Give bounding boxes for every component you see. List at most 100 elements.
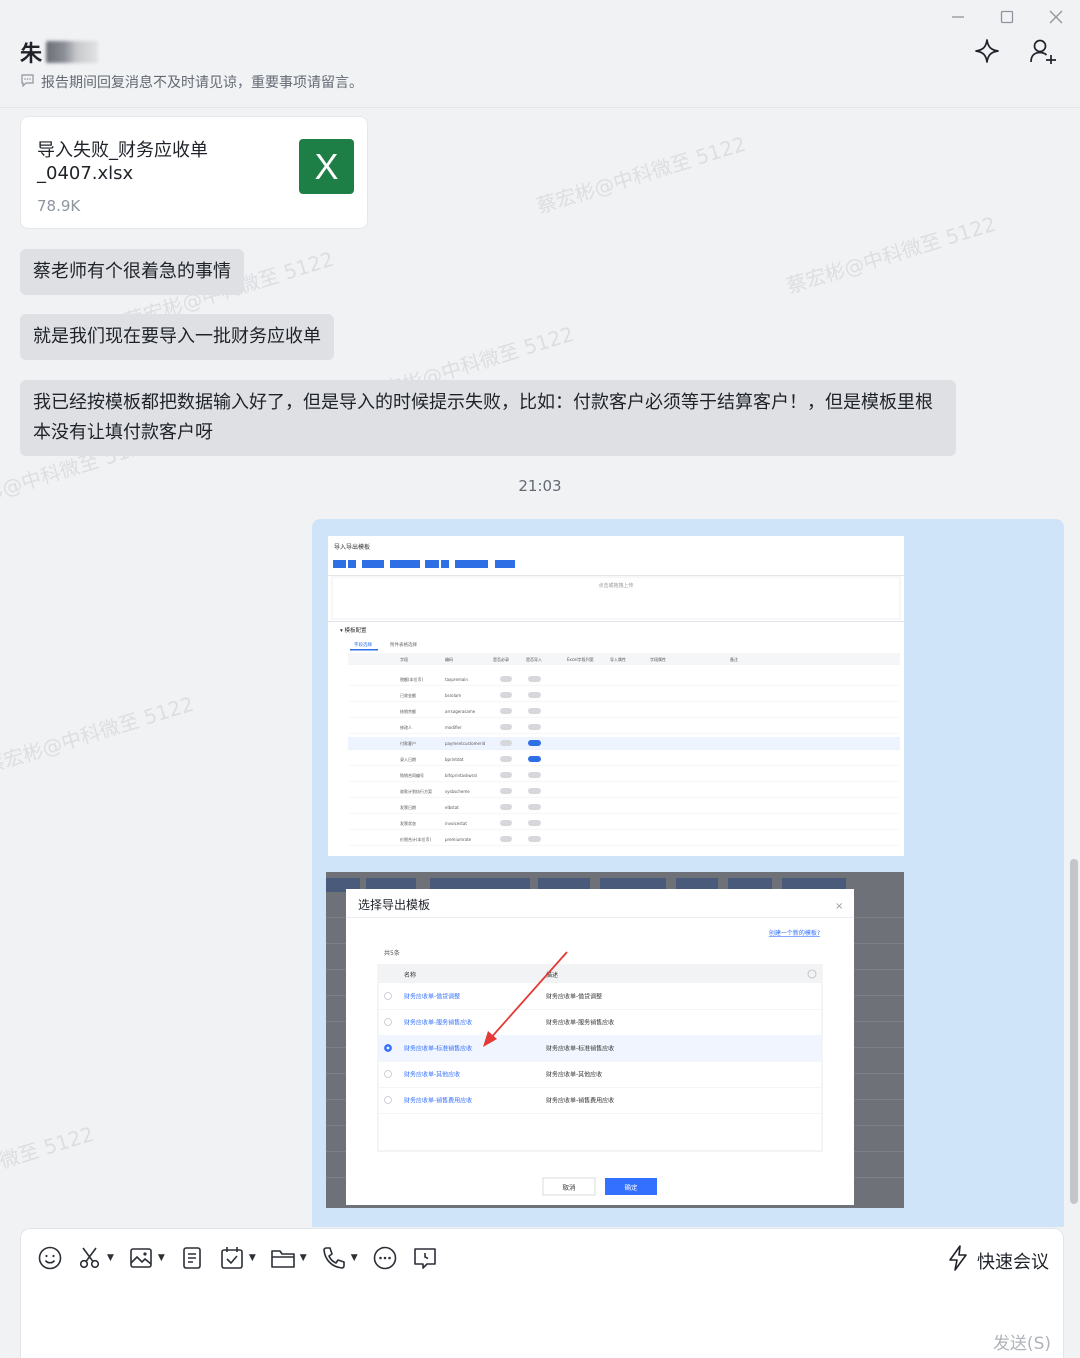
- s1-toggle: [528, 788, 541, 794]
- row-divider: [378, 1113, 822, 1114]
- s1-toggle: [500, 772, 512, 778]
- chevron-down-icon[interactable]: ▼: [300, 1253, 307, 1263]
- add-member-icon[interactable]: [1028, 36, 1058, 66]
- minimize-icon[interactable]: [933, 0, 982, 34]
- s1-row-code: modifier: [445, 725, 462, 730]
- s1-toggle: [528, 772, 541, 778]
- template-desc: 财务应收单-其他应收: [546, 1071, 602, 1079]
- template-name: 财务应收单-标准销售应收: [404, 1045, 472, 1053]
- template-name: 财务应收单-销售费用应收: [404, 1097, 472, 1105]
- s1-toggle: [528, 708, 541, 714]
- s1-row-field: 发票状态: [400, 820, 416, 826]
- composer-toolbar: ▼ ▼ ▼ ▼ ▼: [37, 1243, 438, 1273]
- s1-row-field: 录入日期: [400, 756, 416, 762]
- radio-button[interactable]: [384, 992, 392, 1000]
- s1-toggle: [528, 740, 541, 746]
- timestamp: 21:03: [518, 477, 562, 495]
- s1-toggle: [500, 804, 512, 810]
- status-text: 报告期间回复消息不及时请见谅，重要事项请留言。: [41, 75, 363, 91]
- s1-tab-1: 附件表格选择: [390, 641, 417, 648]
- folder-icon[interactable]: ▼: [270, 1243, 307, 1273]
- emoji-icon[interactable]: [37, 1243, 63, 1273]
- s1-toggle: [500, 724, 512, 730]
- excel-file-icon: X: [299, 139, 354, 194]
- watermark: 蔡宏彬@中科微至 5122: [0, 1121, 97, 1209]
- s1-row-divider: [348, 797, 900, 798]
- scrollbar[interactable]: [1070, 859, 1078, 1204]
- image-icon[interactable]: ▼: [128, 1243, 165, 1273]
- template-desc: 财务应收单-标准销售应收: [546, 1045, 614, 1053]
- radio-button[interactable]: [384, 1096, 392, 1104]
- message-list[interactable]: 蔡宏彬@中科微至 5122 蔡宏彬@中科微至 5122 蔡宏彬@中科微至 512…: [0, 109, 1080, 1227]
- s1-row-code: elbstat: [445, 805, 459, 810]
- chat-header: 朱 报告期间回复消息不及时请见谅，重要事项请留言。: [0, 0, 1080, 108]
- scissors-icon[interactable]: ▼: [77, 1243, 114, 1273]
- text-message[interactable]: 就是我们现在要导入一批财务应收单: [20, 314, 334, 360]
- phone-icon[interactable]: ▼: [321, 1243, 358, 1273]
- chevron-down-icon[interactable]: ▼: [107, 1253, 114, 1263]
- s1-row-field: 税额(本位币): [400, 676, 424, 682]
- s1-row-field: 收款计划执行方案: [400, 788, 432, 794]
- s1-row-field: 已收金额: [400, 692, 416, 698]
- template-desc: 财务应收单-销售费用应收: [546, 1097, 614, 1105]
- s1-toggle: [500, 740, 512, 746]
- history-icon[interactable]: [412, 1243, 438, 1273]
- document-icon[interactable]: [179, 1243, 205, 1273]
- radio-button[interactable]: [384, 1018, 392, 1026]
- col-name: 名称: [404, 971, 416, 979]
- s1-column-header: 编码: [445, 656, 453, 662]
- quick-meeting-button[interactable]: 快速会议: [947, 1245, 1049, 1276]
- dialog-cancel-button[interactable]: 取消: [563, 1183, 577, 1192]
- template-desc: 财务应收单-服务销售应收: [546, 1019, 614, 1027]
- quick-meeting-label: 快速会议: [977, 1251, 1049, 1273]
- s1-column-header: 导入属性: [610, 656, 626, 662]
- template-name: 财务应收单-其他应收: [404, 1071, 460, 1079]
- close-icon[interactable]: [1031, 0, 1080, 34]
- file-attachment-card[interactable]: 导入失败_财务应收单_0407.xlsx 78.9K X: [20, 116, 368, 229]
- s1-row-divider: [348, 733, 900, 734]
- image-message[interactable]: 导入导出模板 点击或拖拽上传 ▾ 模板配置 字段选择 附件表格选择 字段 编码 是否…: [312, 519, 1064, 1227]
- dialog-count: 共5条: [384, 949, 400, 957]
- dialog-confirm-button[interactable]: 确定: [625, 1183, 639, 1192]
- dialog-close-icon[interactable]: ×: [835, 901, 843, 912]
- more-icon[interactable]: [372, 1243, 398, 1273]
- text-message[interactable]: 蔡老师有个很着急的事情: [20, 249, 244, 295]
- s1-row-divider: [348, 781, 900, 782]
- s1-row-field: 核销余额: [400, 708, 416, 714]
- s1-toggle: [500, 708, 512, 714]
- create-template-link[interactable]: 创建一个新的模板?: [769, 929, 820, 937]
- watermark: 蔡宏彬@中科微至 5122: [533, 131, 749, 219]
- template-name: 财务应收单-借贷调整: [404, 993, 460, 1001]
- send-button[interactable]: 发送(S): [993, 1329, 1051, 1354]
- template-name: 财务应收单-服务销售应收: [404, 1019, 472, 1027]
- s1-row-divider: [348, 829, 900, 830]
- s1-toggle: [528, 692, 541, 698]
- text-message[interactable]: 我已经按模板都把数据输入好了，但是导入的时候提示失败，比如：付款客户必须等于结算…: [20, 380, 956, 456]
- sparkle-icon[interactable]: [972, 36, 1002, 66]
- contact-name[interactable]: 朱: [20, 36, 99, 68]
- chevron-down-icon[interactable]: ▼: [351, 1253, 358, 1263]
- s1-row-code: paymentcustomerid: [445, 741, 486, 746]
- task-icon[interactable]: ▼: [219, 1243, 256, 1273]
- s1-column-header: 字段属性: [650, 656, 666, 662]
- s1-row-code: taxpremain: [445, 677, 468, 682]
- maximize-icon[interactable]: [982, 0, 1031, 34]
- s1-toggle: [500, 756, 512, 762]
- s1-toggle: [528, 836, 541, 842]
- chevron-down-icon[interactable]: ▼: [158, 1253, 165, 1263]
- radio-button[interactable]: [384, 1070, 392, 1078]
- s1-column-header: 是否导入: [526, 656, 542, 662]
- s1-toggle: [528, 804, 541, 810]
- chevron-down-icon[interactable]: ▼: [249, 1253, 256, 1263]
- template-desc: 财务应收单-借贷调整: [546, 993, 602, 1001]
- s1-toggle: [528, 820, 541, 826]
- s1-toggle: [528, 724, 541, 730]
- s1-column-header: 是否必录: [493, 656, 509, 662]
- template-row[interactable]: 财务应收单-标准销售应收 财务应收单-标准销售应收: [378, 1035, 822, 1062]
- s1-row-field: 付款客户: [400, 740, 416, 746]
- s1-toggle: [500, 692, 512, 698]
- message-composer[interactable]: ▼ ▼ ▼ ▼ ▼ 快速会议 发送(S): [20, 1228, 1064, 1358]
- s1-toggle: [500, 836, 512, 842]
- lightning-icon: [947, 1245, 969, 1276]
- s1-toggle: [528, 756, 541, 762]
